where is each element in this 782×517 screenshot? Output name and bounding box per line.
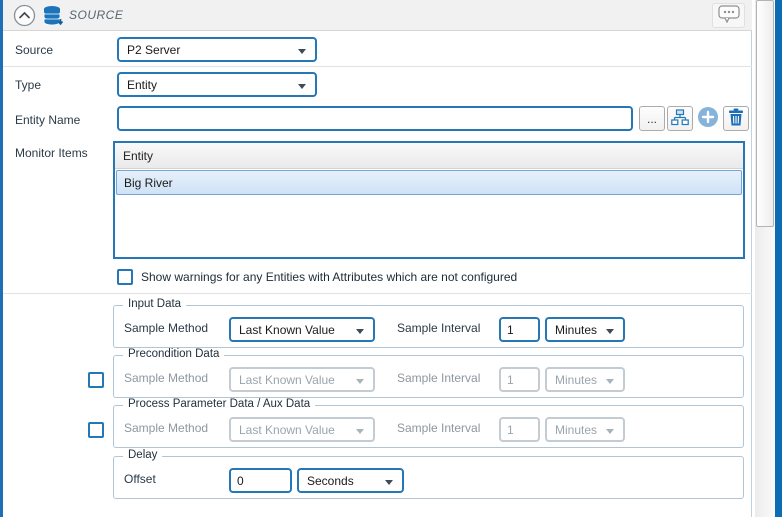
sample-interval-input[interactable]	[499, 317, 540, 342]
entity-name-label: Entity Name	[15, 113, 81, 127]
process-parameter-group: Process Parameter Data / Aux Data Sample…	[113, 398, 744, 448]
offset-label: Offset	[124, 472, 156, 486]
trash-icon	[728, 108, 744, 129]
chevron-down-icon	[356, 429, 364, 434]
delay-group-title: Delay	[123, 449, 163, 461]
chevron-down-icon	[298, 84, 306, 89]
show-warnings-checkbox[interactable]	[117, 269, 133, 285]
precondition-group-title: Precondition Data	[123, 348, 225, 360]
database-icon	[43, 5, 64, 32]
delay-unit-value: Seconds	[307, 473, 354, 488]
speech-bubble-ellipsis-icon	[716, 5, 742, 27]
comment-button[interactable]	[712, 3, 745, 28]
interval-unit-dropdown-disabled: Minutes	[545, 417, 625, 442]
table-row[interactable]: Big River	[116, 170, 742, 195]
hierarchy-button[interactable]	[667, 106, 693, 131]
delay-unit-dropdown[interactable]: Seconds	[297, 468, 404, 493]
process-parameter-enable-checkbox[interactable]	[88, 422, 104, 438]
sample-method-value: Last Known Value	[239, 372, 335, 387]
source-dropdown-value: P2 Server	[127, 42, 181, 57]
vertical-scrollbar-thumb[interactable]	[756, 0, 774, 227]
sample-interval-label: Sample Interval	[397, 321, 481, 335]
type-dropdown[interactable]: Entity	[117, 72, 317, 97]
chevron-down-icon	[356, 329, 364, 334]
delay-group: Delay Offset Seconds	[113, 449, 744, 499]
source-dropdown[interactable]: P2 Server	[117, 37, 317, 62]
show-warnings-label: Show warnings for any Entities with Attr…	[141, 270, 518, 284]
sample-method-label: Sample Method	[124, 371, 209, 385]
type-dropdown-value: Entity	[127, 77, 158, 92]
browse-button[interactable]: ...	[639, 106, 665, 131]
panel-content: SOURCE Source P2 Server Type Entity Enti…	[3, 0, 752, 517]
entity-name-input[interactable]	[117, 106, 633, 131]
sample-interval-label: Sample Interval	[397, 371, 481, 385]
input-data-group: Input Data Sample Method Last Known Valu…	[113, 298, 744, 348]
chevron-down-icon	[606, 329, 614, 334]
panel-right-edge	[775, 0, 782, 517]
sample-method-dropdown[interactable]: Last Known Value	[229, 317, 375, 342]
chevron-up-icon	[13, 4, 36, 30]
panel-header: SOURCE	[3, 0, 752, 31]
sample-interval-label: Sample Interval	[397, 421, 481, 435]
monitor-items-column-header[interactable]: Entity	[115, 143, 743, 169]
delete-button[interactable]	[723, 106, 749, 131]
sample-method-label: Sample Method	[124, 321, 209, 335]
chevron-down-icon	[606, 429, 614, 434]
sample-method-dropdown-disabled: Last Known Value	[229, 367, 375, 392]
section-separator	[3, 293, 752, 294]
chevron-down-icon	[606, 379, 614, 384]
collapse-button[interactable]	[13, 4, 36, 27]
monitor-items-table: Entity Big River	[113, 141, 745, 259]
add-button[interactable]	[695, 106, 721, 131]
panel-title: SOURCE	[69, 8, 124, 22]
sample-method-label: Sample Method	[124, 421, 209, 435]
offset-input[interactable]	[229, 468, 292, 493]
row-separator	[3, 66, 752, 67]
type-label: Type	[15, 78, 42, 92]
source-label: Source	[15, 43, 54, 57]
precondition-data-group: Precondition Data Sample Method Last Kno…	[113, 348, 744, 398]
chevron-down-icon	[356, 379, 364, 384]
sample-interval-input-disabled	[499, 367, 540, 392]
interval-unit-value: Minutes	[555, 372, 598, 387]
process-parameter-group-title: Process Parameter Data / Aux Data	[123, 398, 316, 410]
chevron-down-icon	[385, 480, 393, 485]
source-panel: SOURCE Source P2 Server Type Entity Enti…	[0, 0, 782, 517]
sample-method-value: Last Known Value	[239, 422, 335, 437]
monitor-items-label: Monitor Items	[15, 146, 88, 160]
chevron-down-icon	[298, 49, 306, 54]
interval-unit-dropdown-disabled: Minutes	[545, 367, 625, 392]
sample-method-dropdown-disabled: Last Known Value	[229, 417, 375, 442]
interval-unit-value: Minutes	[555, 422, 598, 437]
input-data-group-title: Input Data	[123, 298, 187, 310]
interval-unit-value: Minutes	[555, 322, 598, 337]
sample-interval-input-disabled	[499, 417, 540, 442]
org-chart-icon	[671, 108, 689, 129]
sample-method-value: Last Known Value	[239, 322, 335, 337]
interval-unit-dropdown[interactable]: Minutes	[545, 317, 625, 342]
plus-circle-icon	[697, 106, 719, 131]
precondition-enable-checkbox[interactable]	[88, 372, 104, 388]
